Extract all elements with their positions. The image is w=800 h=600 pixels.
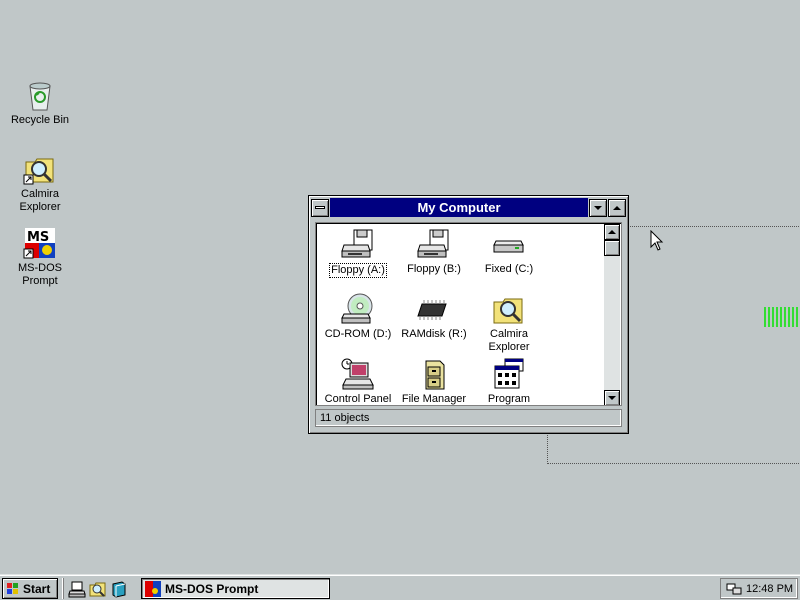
item-label: Floppy (A:) xyxy=(329,263,387,278)
file-cabinet-icon xyxy=(416,357,452,391)
desktop-icon-msdos-prompt[interactable]: MS MS-DOS Prompt xyxy=(4,226,76,288)
vertical-scrollbar[interactable] xyxy=(604,224,620,405)
system-tray: 12:48 PM xyxy=(720,578,798,599)
start-button[interactable]: Start xyxy=(2,578,58,599)
item-label: Floppy (B:) xyxy=(407,263,461,275)
item-label: Control Panel xyxy=(324,393,392,405)
desktop-icon-label: Recycle Bin xyxy=(10,114,70,126)
network-tray-icon[interactable] xyxy=(726,582,742,596)
arrow-down-icon xyxy=(608,396,616,400)
system-menu-icon xyxy=(315,206,325,209)
clock[interactable]: 12:48 PM xyxy=(746,583,793,595)
scroll-up-button[interactable] xyxy=(604,224,620,240)
program-manager-icon xyxy=(491,357,527,391)
item-cdrom-d[interactable]: CD-ROM (D:) xyxy=(321,292,395,341)
item-label: CD-ROM (D:) xyxy=(324,328,392,340)
system-menu-button[interactable] xyxy=(311,198,329,217)
item-floppy-a[interactable]: Floppy (A:) xyxy=(321,227,395,278)
msdos-icon: MS xyxy=(23,226,57,260)
item-program-manager[interactable]: Program Manager xyxy=(472,357,546,405)
ram-chip-icon xyxy=(416,292,452,326)
scroll-down-button[interactable] xyxy=(604,390,620,405)
window-titlebar[interactable]: My Computer xyxy=(311,198,626,217)
item-calmira-explorer[interactable]: Calmira Explorer xyxy=(472,292,546,354)
computer-quicklaunch-icon[interactable] xyxy=(68,580,86,598)
item-label: Fixed (C:) xyxy=(484,263,534,275)
item-label: File Manager xyxy=(401,393,467,405)
taskbar: Start MS-DOS Prompt 12:48 PM xyxy=(0,574,800,600)
item-label: RAMdisk (R:) xyxy=(401,328,467,340)
activity-indicator xyxy=(764,307,800,327)
item-control-panel[interactable]: Control Panel xyxy=(321,357,395,405)
floppy-drive-icon xyxy=(416,227,452,261)
desktop-icon-recycle-bin[interactable]: Recycle Bin xyxy=(4,78,76,127)
arrow-up-icon xyxy=(608,230,616,234)
magnifier-folder-icon xyxy=(491,292,527,326)
floppy-drive-icon xyxy=(340,227,376,261)
svg-text:MS: MS xyxy=(27,230,49,245)
hard-drive-icon xyxy=(491,227,527,261)
my-computer-window[interactable]: My Computer Floppy (A:) Floppy (B:) Fixe… xyxy=(308,195,629,434)
desktop-icon-calmira-explorer[interactable]: Calmira Explorer xyxy=(4,152,76,214)
item-label: Program Manager xyxy=(487,393,531,405)
item-label: Calmira Explorer xyxy=(488,328,530,353)
taskbar-button-label: MS-DOS Prompt xyxy=(165,581,259,596)
start-label: Start xyxy=(23,581,51,596)
msdos-icon xyxy=(145,580,161,597)
maximize-button[interactable] xyxy=(608,198,626,217)
cdrom-icon xyxy=(340,292,376,326)
control-panel-icon xyxy=(340,357,376,391)
scroll-thumb[interactable] xyxy=(604,240,620,256)
windows-logo-icon xyxy=(7,582,18,594)
minimize-button[interactable] xyxy=(589,198,607,217)
status-bar: 11 objects xyxy=(315,409,622,427)
desktop-icon-label: MS-DOS Prompt xyxy=(18,262,62,287)
magnifier-folder-icon xyxy=(23,152,57,186)
desktop-icon-label: Calmira Explorer xyxy=(19,188,61,213)
item-floppy-b[interactable]: Floppy (B:) xyxy=(397,227,471,276)
quick-launch xyxy=(63,578,128,599)
book-quicklaunch-icon[interactable] xyxy=(110,580,128,598)
icon-view[interactable]: Floppy (A:) Floppy (B:) Fixed (C:) CD-RO… xyxy=(315,222,622,406)
item-file-manager[interactable]: File Manager xyxy=(397,357,471,405)
mouse-pointer-icon xyxy=(650,229,664,255)
recycle-bin-icon xyxy=(23,78,57,112)
maximize-icon xyxy=(613,205,621,210)
item-ramdisk-r[interactable]: RAMdisk (R:) xyxy=(397,292,471,341)
minimize-icon xyxy=(594,205,602,210)
item-fixed-c[interactable]: Fixed (C:) xyxy=(472,227,546,276)
explorer-quicklaunch-icon[interactable] xyxy=(89,580,107,598)
window-title[interactable]: My Computer xyxy=(330,198,588,217)
taskbar-button-msdos-prompt[interactable]: MS-DOS Prompt xyxy=(141,578,330,599)
